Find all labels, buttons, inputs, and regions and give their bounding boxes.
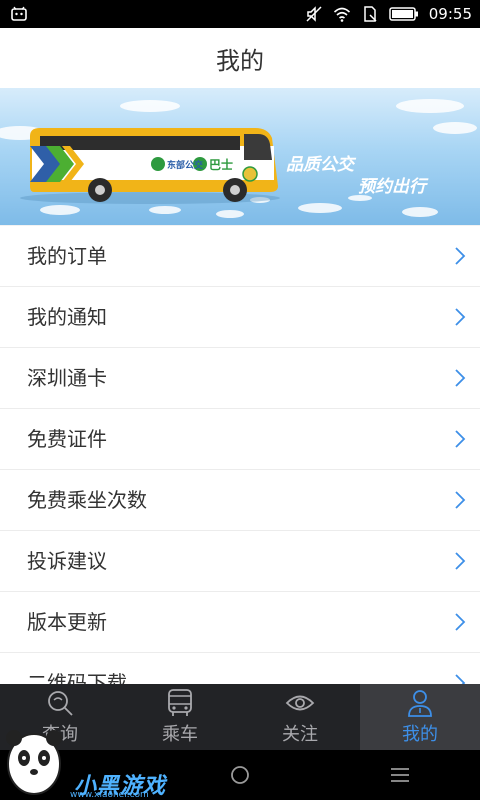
bus-brand-text: 东部公交 [167, 161, 204, 171]
tab-follow[interactable]: 关注 [240, 684, 360, 750]
person-icon [408, 690, 432, 717]
wifi-icon [333, 7, 350, 22]
tab-label: 关注 [282, 724, 318, 745]
eye-icon [285, 695, 315, 711]
menu-item-label: 深圳通卡 [27, 366, 107, 390]
menu-item-label: 我的订单 [27, 244, 107, 268]
bus-brand-text-2: 巴士 [209, 158, 234, 172]
menu-item-label: 版本更新 [27, 610, 107, 634]
menu-item-label: 二维码下载 [27, 671, 127, 684]
mute-icon [306, 6, 322, 22]
chevron-right-icon [455, 552, 466, 570]
chevron-right-icon [455, 369, 466, 387]
profile-menu: 我的订单 我的通知 深圳通卡 免费证件 免费乘坐次数 投诉建议 版本更新 二维码… [0, 226, 480, 684]
menu-item-label: 免费证件 [27, 427, 107, 451]
chevron-right-icon [455, 430, 466, 448]
android-notification-icon [11, 6, 27, 21]
menu-item-notifications[interactable]: 我的通知 [0, 287, 480, 348]
menu-item-shenzhen-card[interactable]: 深圳通卡 [0, 348, 480, 409]
menu-item-label: 免费乘坐次数 [27, 488, 147, 512]
chevron-right-icon [455, 247, 466, 265]
chevron-right-icon [455, 613, 466, 631]
status-bar: 09:55 [0, 0, 480, 28]
tab-label: 我的 [402, 724, 438, 745]
menu-item-free-pass[interactable]: 免费证件 [0, 409, 480, 470]
page-title: 我的 [216, 46, 264, 75]
menu-item-update[interactable]: 版本更新 [0, 592, 480, 653]
banner-slogan-1: 品质公交 [286, 155, 354, 175]
chevron-right-icon [455, 491, 466, 509]
battery-icon [389, 7, 418, 21]
home-icon[interactable] [228, 763, 252, 787]
menu-item-qr-download[interactable]: 二维码下载 [0, 653, 480, 684]
menu-item-feedback[interactable]: 投诉建议 [0, 531, 480, 592]
chevron-right-icon [455, 674, 466, 684]
watermark-url: www.xiaohei.com [70, 790, 149, 800]
menu-item-orders[interactable]: 我的订单 [0, 226, 480, 287]
clock: 09:55 [428, 5, 472, 23]
promo-banner[interactable]: 东部公交 巴士 品质公交 预约出行 [0, 88, 480, 225]
chevron-right-icon [455, 308, 466, 326]
banner-slogan-2: 预约出行 [358, 177, 426, 197]
tab-mine[interactable]: 我的 [360, 684, 480, 750]
menu-item-free-rides[interactable]: 免费乘坐次数 [0, 470, 480, 531]
sim-icon [364, 6, 377, 22]
menu-icon[interactable] [388, 763, 412, 787]
bus-illustration [0, 99, 477, 218]
menu-item-label: 投诉建议 [27, 549, 107, 573]
title-bar: 我的 [0, 28, 480, 89]
menu-item-label: 我的通知 [27, 305, 107, 329]
